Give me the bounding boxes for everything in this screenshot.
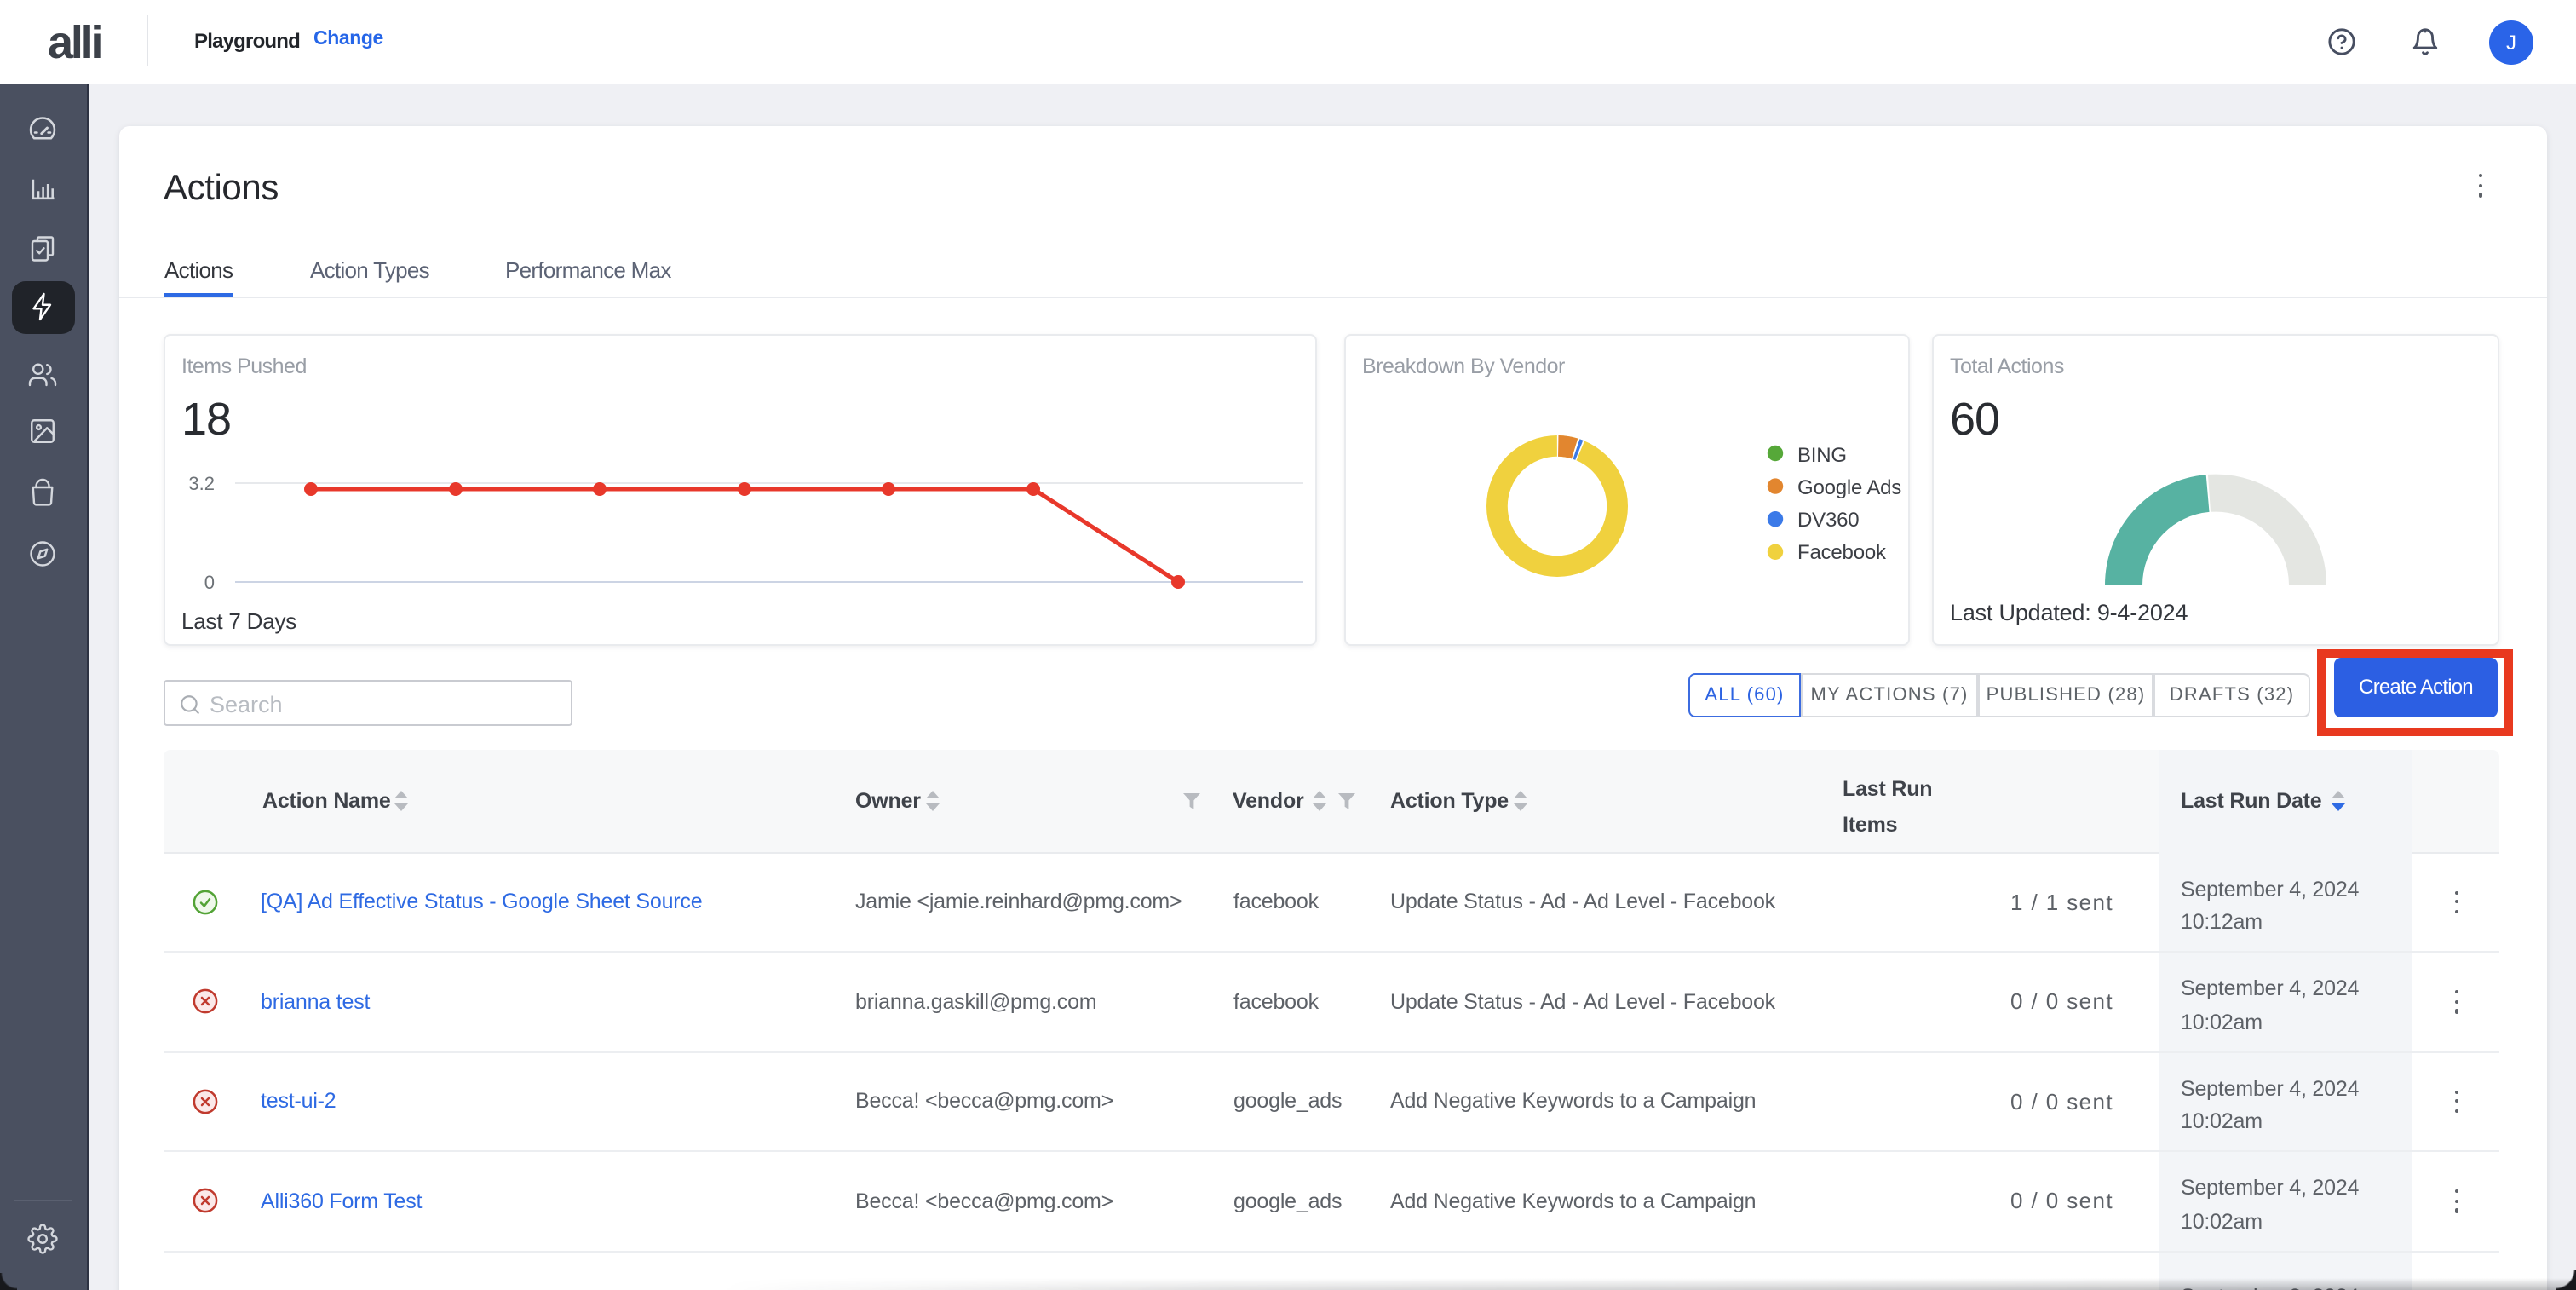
svg-text:3.2: 3.2: [188, 473, 215, 494]
svg-text:0: 0: [204, 572, 215, 593]
